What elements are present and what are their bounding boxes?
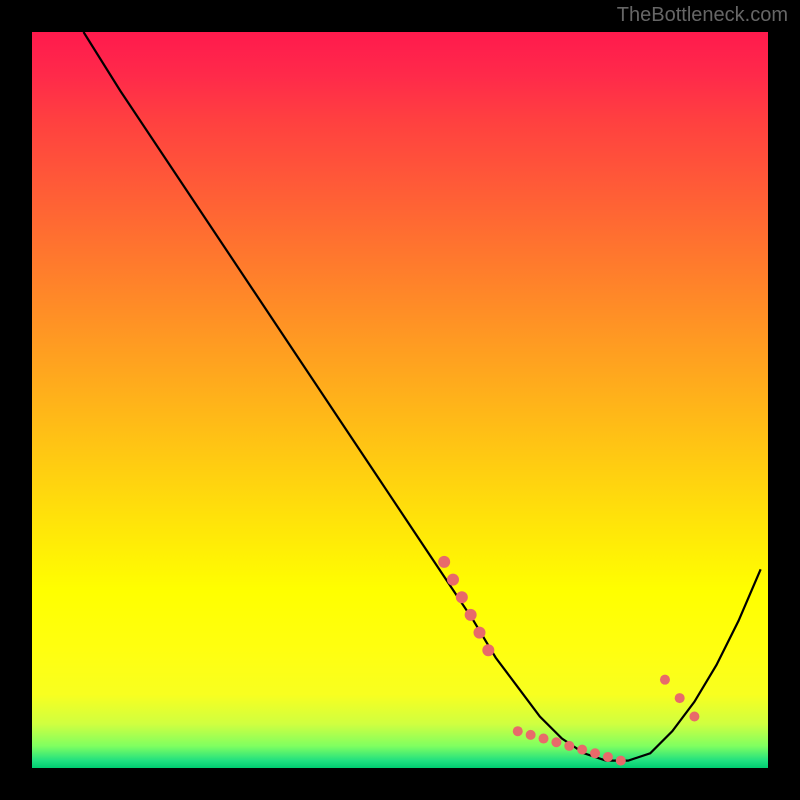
data-points — [438, 556, 699, 766]
data-point — [456, 591, 468, 603]
data-point — [603, 752, 613, 762]
data-point — [577, 745, 587, 755]
data-point — [482, 644, 494, 656]
plot-area — [32, 32, 768, 768]
watermark-text: TheBottleneck.com — [617, 4, 788, 27]
data-point — [438, 556, 450, 568]
data-point — [590, 748, 600, 758]
chart-svg — [32, 32, 768, 768]
data-point — [513, 726, 523, 736]
data-point — [539, 734, 549, 744]
data-point — [465, 609, 477, 621]
data-point — [675, 693, 685, 703]
data-point — [551, 737, 561, 747]
data-point — [564, 741, 574, 751]
data-point — [473, 627, 485, 639]
data-point — [689, 711, 699, 721]
bottleneck-curve — [84, 32, 761, 761]
data-point — [526, 730, 536, 740]
data-point — [447, 574, 459, 586]
data-point — [660, 675, 670, 685]
data-point — [616, 756, 626, 766]
